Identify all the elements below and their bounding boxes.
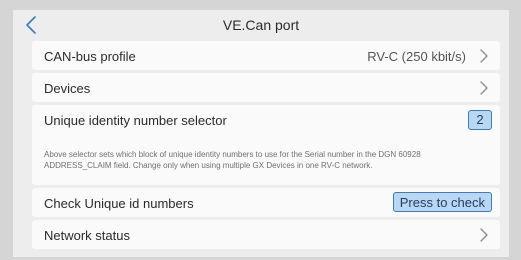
network-status-row[interactable]: Network status — [32, 220, 500, 249]
unique-id-selector-label: Unique identity number selector — [44, 113, 227, 128]
unique-id-description: Above selector sets which block of uniqu… — [44, 150, 421, 170]
can-bus-profile-label: CAN-bus profile — [44, 49, 136, 64]
network-status-label: Network status — [44, 228, 130, 243]
chevron-right-icon — [478, 48, 490, 64]
check-unique-id-label: Check Unique id numbers — [44, 196, 194, 211]
page-header: VE.Can port — [13, 10, 509, 40]
check-unique-id-row: Check Unique id numbers Press to check — [32, 188, 500, 217]
devices-row[interactable]: Devices — [32, 73, 500, 102]
can-bus-profile-row[interactable]: CAN-bus profile RV-C (250 kbit/s) — [32, 41, 500, 70]
page-title: VE.Can port — [222, 17, 300, 33]
unique-id-selector-value[interactable]: 2 — [468, 110, 492, 130]
settings-list: CAN-bus profile RV-C (250 kbit/s) Device… — [32, 41, 500, 252]
unique-id-selector-row: Unique identity number selector 2 Above … — [32, 105, 500, 185]
can-bus-profile-value: RV-C (250 kbit/s) — [367, 49, 466, 64]
chevron-right-icon — [478, 80, 490, 96]
press-to-check-button[interactable]: Press to check — [392, 192, 492, 212]
devices-label: Devices — [44, 81, 91, 96]
chevron-right-icon — [478, 227, 490, 243]
app-window: VE.Can port CAN-bus profile RV-C (250 kb… — [13, 10, 509, 257]
